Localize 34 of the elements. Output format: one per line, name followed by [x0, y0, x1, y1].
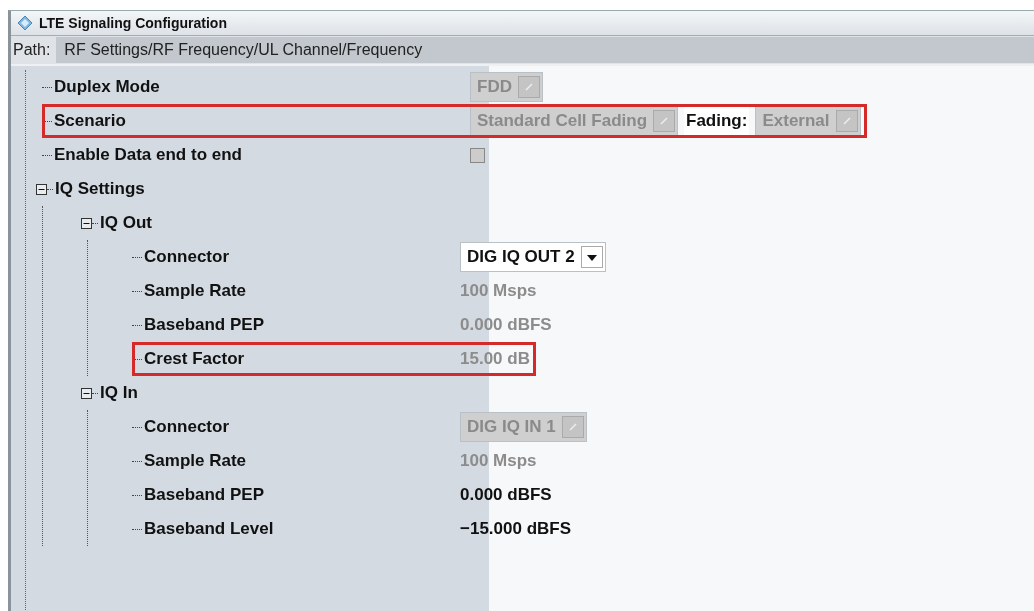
dropdown-button-icon	[561, 416, 584, 438]
setting-label: Baseband Level	[144, 519, 275, 539]
setting-label: Baseband PEP	[144, 485, 265, 505]
fading-label: Fading:	[684, 107, 750, 135]
path-label: Path:	[13, 41, 51, 59]
value-text: 100 Msps	[460, 451, 537, 471]
value-text: 15.00 dB	[460, 349, 530, 369]
setting-label: Connector	[144, 417, 230, 437]
value-text: 0.000 dBFS	[460, 315, 552, 335]
setting-label: Crest Factor	[144, 349, 246, 369]
path-field: RF Settings/RF Frequency/UL Channel/Frequency	[56, 37, 1034, 63]
setting-label: Scenario	[54, 111, 127, 131]
setting-label: Baseband PEP	[144, 315, 265, 335]
dropdown-button-icon	[653, 110, 676, 132]
collapse-icon[interactable]	[36, 183, 47, 195]
collapse-icon[interactable]	[81, 387, 92, 399]
caret-icon	[580, 246, 603, 268]
value-text: 0.000 dBFS	[460, 485, 552, 505]
setting-label: IQ Settings	[55, 179, 146, 199]
setting-label: IQ Out	[100, 213, 153, 233]
dropdown-button-icon	[517, 76, 540, 98]
value-text: 100 Msps	[460, 281, 537, 301]
setting-label: Sample Rate	[144, 281, 248, 301]
setting-label: Connector	[144, 247, 230, 267]
window-title: LTE Signaling Configuration	[39, 15, 227, 31]
value-text: −15.000 dBFS	[460, 519, 572, 539]
setting-label: Sample Rate	[144, 451, 248, 471]
setting-label: Duplex Mode	[54, 77, 161, 97]
collapse-icon[interactable]	[81, 217, 92, 229]
dropdown-button-icon	[835, 110, 858, 132]
dropdown[interactable]: DIG IQ OUT 2	[460, 242, 606, 272]
diamond-logo-icon	[17, 15, 33, 31]
setting-label: IQ In	[100, 383, 139, 403]
setting-label: Enable Data end to end	[54, 145, 243, 165]
